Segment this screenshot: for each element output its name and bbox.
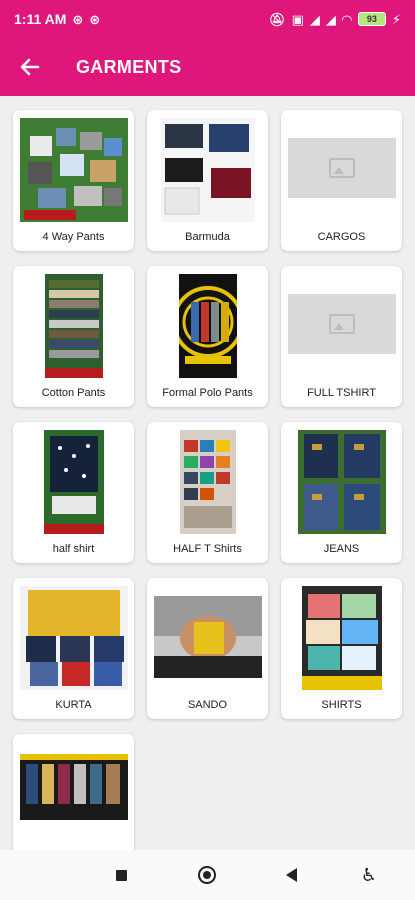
category-label: Formal Polo Pants — [162, 387, 253, 399]
triangle-back-icon — [285, 868, 297, 882]
status-right: 🔕︎ ▣ ◢ ◢ ◠ 93 ⚡︎ — [269, 12, 401, 26]
signal-icon-2: ◢ — [325, 11, 336, 27]
category-image — [19, 118, 128, 222]
image-placeholder-icon — [287, 294, 396, 354]
status-time: 1:11 AM — [14, 11, 67, 27]
circle-icon — [198, 866, 216, 884]
category-label: half shirt — [52, 543, 95, 555]
category-label: HALF T Shirts — [173, 543, 242, 555]
category-image — [160, 118, 255, 222]
back-arrow-icon[interactable] — [0, 38, 60, 96]
square-icon — [115, 869, 127, 881]
category-label: KURTA — [55, 699, 92, 711]
accessibility-icon: ♿︎ — [360, 864, 378, 885]
category-label: FULL TSHIRT — [307, 387, 376, 399]
category-label: CARGOS — [317, 231, 366, 243]
category-card-formal-polo-pants[interactable]: Formal Polo Pants — [147, 266, 268, 407]
category-label: SANDO — [187, 699, 228, 711]
category-image — [301, 586, 382, 690]
status-left: 1:11 AM ⊛ ⊛ — [14, 11, 100, 27]
accessibility-button[interactable]: ♿︎ — [349, 850, 389, 900]
category-card-cotton-pants[interactable]: Cotton Pants — [13, 266, 134, 407]
category-label: SHIRTS — [321, 699, 362, 711]
category-image — [179, 430, 236, 534]
mute-icon: 🔕︎ — [269, 11, 286, 27]
category-card-4-way-pants[interactable]: 4 Way Pants — [13, 110, 134, 251]
category-label: JEANS — [323, 543, 360, 555]
category-card-barmuda[interactable]: Barmuda — [147, 110, 268, 251]
page-title: GARMENTS — [76, 56, 182, 77]
battery-icon: 93 — [357, 12, 386, 26]
app-bar: GARMENTS — [0, 38, 415, 96]
category-label: Cotton Pants — [41, 387, 106, 399]
category-card-sando[interactable]: SANDO — [147, 578, 268, 719]
category-card-full-tshirt[interactable]: FULL TSHIRT — [281, 266, 402, 407]
category-card-half-t-shirts[interactable]: HALF T Shirts — [147, 422, 268, 563]
category-image — [19, 754, 128, 820]
category-image — [19, 586, 128, 690]
signal-icon: ◢ — [309, 11, 320, 27]
category-card-jeans[interactable]: JEANS — [281, 422, 402, 563]
category-card-cargos[interactable]: CARGOS — [281, 110, 402, 251]
notification-icon-2: ⊛ — [89, 11, 101, 27]
recent-apps-button[interactable] — [101, 850, 141, 900]
system-back-button[interactable] — [271, 850, 311, 900]
category-image — [297, 430, 386, 534]
home-button[interactable] — [187, 850, 227, 900]
category-label: 4 Way Pants — [42, 231, 105, 243]
category-grid: 4 Way Pants Barmuda CARGOS Cotton Pants … — [0, 96, 415, 850]
category-image — [178, 274, 237, 378]
category-card-shirts[interactable]: SHIRTS — [281, 578, 402, 719]
category-image — [43, 430, 104, 534]
image-placeholder-icon — [287, 138, 396, 198]
notification-icon: ⊛ — [72, 11, 84, 27]
system-nav-bar: ♿︎ — [0, 850, 415, 900]
category-card-half-shirt[interactable]: half shirt — [13, 422, 134, 563]
category-image — [44, 274, 103, 378]
category-image — [153, 596, 262, 678]
category-label: Barmuda — [185, 231, 230, 243]
category-card-kurta[interactable]: KURTA — [13, 578, 134, 719]
charging-icon: ⚡︎ — [391, 11, 401, 27]
sim-icon: ▣ — [291, 11, 304, 27]
status-bar: 1:11 AM ⊛ ⊛ 🔕︎ ▣ ◢ ◢ ◠ 93 ⚡︎ — [0, 0, 415, 38]
category-card-unlabeled[interactable] — [13, 734, 134, 850]
wifi-icon: ◠ — [341, 11, 352, 27]
